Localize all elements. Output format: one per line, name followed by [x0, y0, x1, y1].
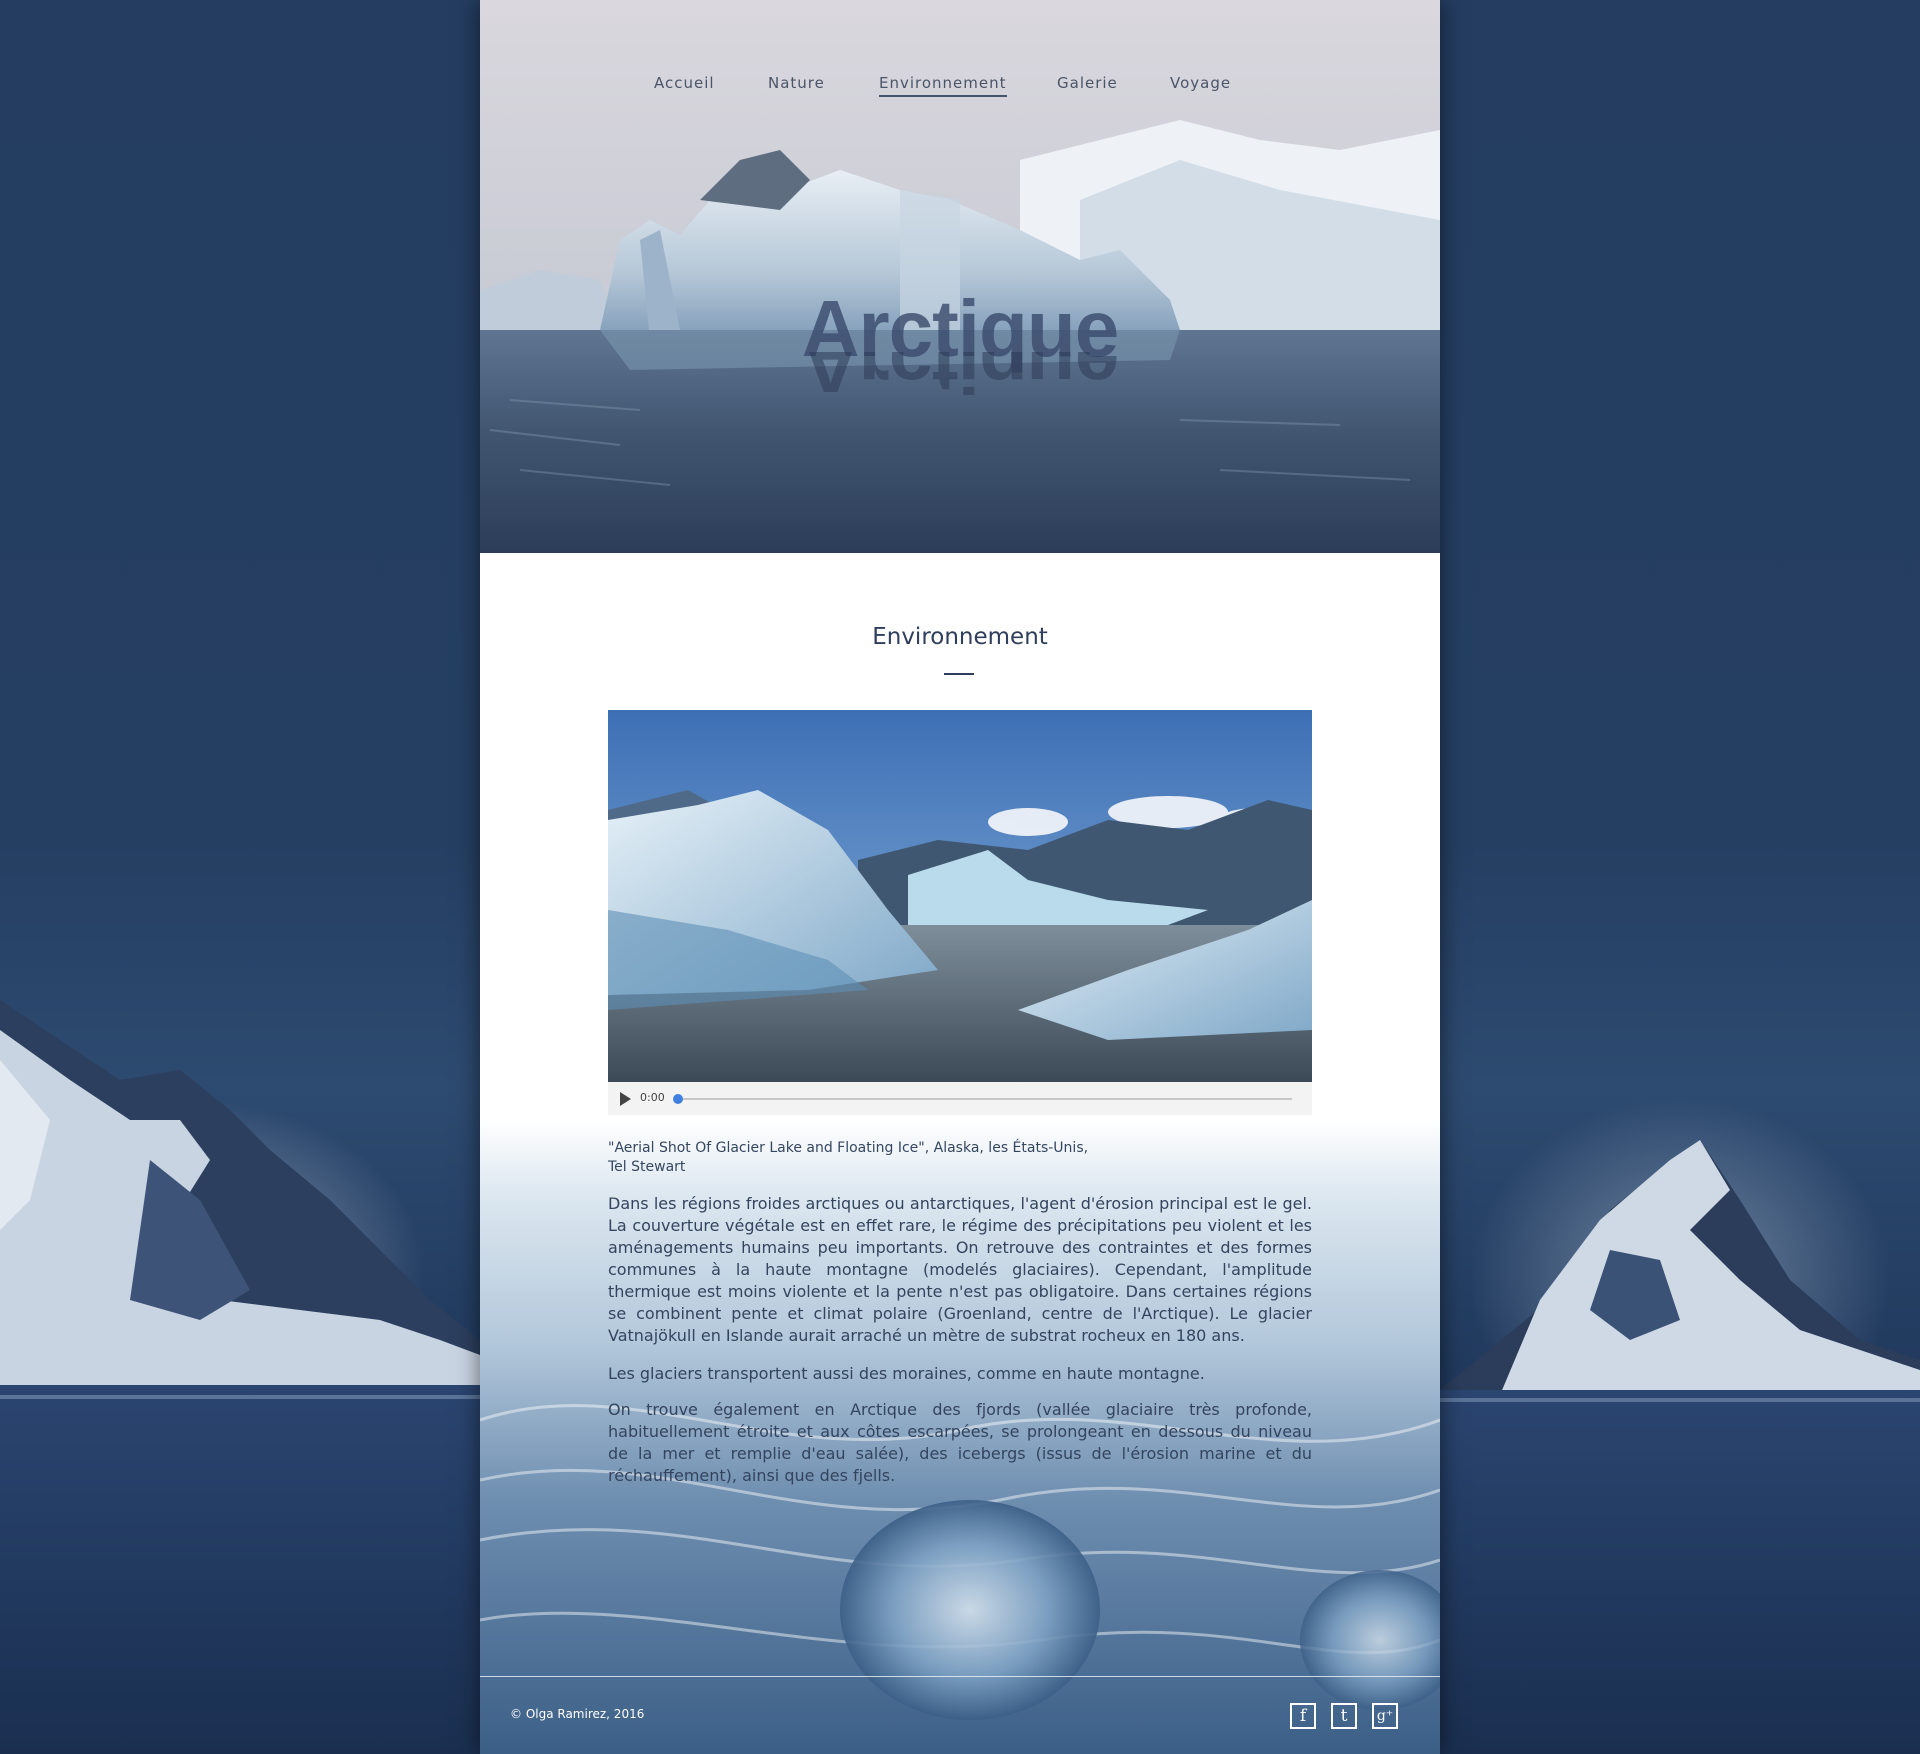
video-player[interactable] — [608, 710, 1312, 1082]
video-time: 0:00 — [640, 1091, 665, 1104]
video-progress-track[interactable] — [673, 1094, 1292, 1104]
paragraph-moraines: Les glaciers transportent aussi des mora… — [608, 1364, 1205, 1383]
facebook-icon[interactable]: f — [1290, 1703, 1316, 1729]
heading-divider — [944, 673, 974, 675]
footer-divider — [480, 1676, 1440, 1677]
video-frame-glacier-lake — [608, 710, 1312, 1082]
main-nav: Accueil Nature Environnement Galerie Voy… — [480, 74, 1440, 104]
nav-item-voyage[interactable]: Voyage — [1170, 74, 1231, 95]
nav-item-accueil[interactable]: Accueil — [654, 74, 715, 95]
footer-copyright: © Olga Ramirez, 2016 — [510, 1707, 645, 1721]
video-controls: 0:00 — [608, 1082, 1312, 1115]
twitter-icon[interactable]: t — [1331, 1703, 1357, 1729]
paragraph-fjords: On trouve également en Arctique des fjor… — [608, 1400, 1312, 1485]
hero-title-reflection: Arctique — [801, 352, 1119, 409]
section-heading: Environnement — [872, 624, 1048, 650]
background-mountain-right — [1440, 1140, 1920, 1754]
caption-title: "Aerial Shot Of Glacier Lake and Floatin… — [608, 1140, 1089, 1156]
background-mountain-left — [0, 1000, 480, 1754]
page-container: Accueil Nature Environnement Galerie Voy… — [480, 0, 1440, 1754]
hero-banner: Accueil Nature Environnement Galerie Voy… — [480, 0, 1440, 553]
paragraph-erosion: Dans les régions froides arctiques ou an… — [608, 1194, 1312, 1345]
nav-item-galerie[interactable]: Galerie — [1057, 74, 1118, 95]
video-caption: "Aerial Shot Of Glacier Lake and Floatin… — [608, 1139, 1312, 1177]
video-progress-knob[interactable] — [673, 1094, 683, 1104]
nav-item-nature[interactable]: Nature — [768, 74, 825, 95]
nav-item-environnement[interactable]: Environnement — [879, 74, 1007, 97]
play-icon[interactable] — [620, 1092, 631, 1106]
caption-credit: Tel Stewart — [608, 1159, 686, 1175]
google-plus-icon[interactable]: g⁺ — [1372, 1703, 1398, 1729]
